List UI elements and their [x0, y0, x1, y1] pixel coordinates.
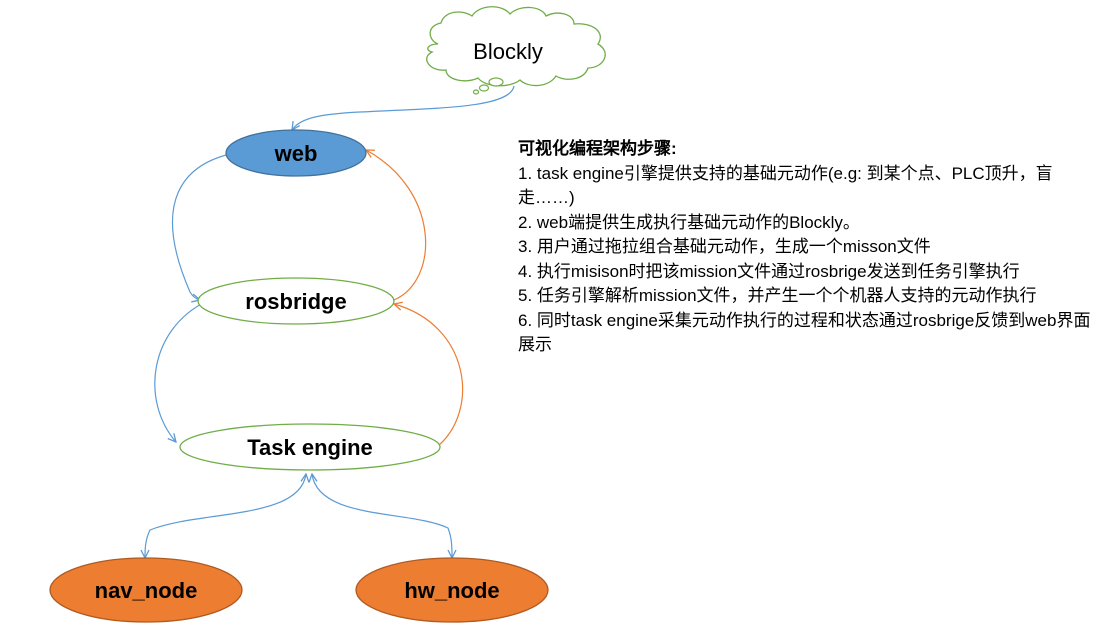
cloud-tail-medium [478, 84, 490, 92]
arrow-web-to-rosbridge [171, 153, 231, 300]
rosbridge-label: rosbridge [245, 289, 346, 314]
hw-node-label: hw_node [404, 578, 499, 603]
nav-node: nav_node [49, 557, 243, 623]
arrow-task-engine-hw-node [312, 474, 452, 558]
step-item-6: 6. 同时task engine采集元动作执行的过程和状态通过rosbrige反… [518, 310, 1091, 355]
cloud-tail-large [488, 77, 504, 87]
step-item-2: 2. web端提供生成执行基础元动作的Blockly。 [518, 212, 860, 232]
arrow-blockly-to-web [292, 85, 515, 130]
web-node: web [225, 129, 367, 177]
steps-list: 1. task engine引擎提供支持的基础元动作(e.g: 到某个点、PLC… [518, 162, 1098, 358]
task-engine-label: Task engine [247, 435, 373, 460]
step-item-3: 3. 用户通过拖拉组合基础元动作，生成一个misson文件 [518, 237, 931, 256]
nav-node-label: nav_node [95, 578, 198, 603]
arrow-task-engine-nav-node [145, 474, 306, 558]
step-item-4: 4. 执行misison时把该mission文件通过rosbrige发送到任务引… [518, 261, 1020, 281]
cloud-tail-small [472, 89, 480, 95]
rosbridge-node: rosbridge [197, 277, 395, 325]
hw-node: hw_node [355, 557, 549, 623]
web-label: web [274, 141, 318, 166]
blockly-label: Blockly [473, 39, 543, 64]
step-item-1: 1. task engine引擎提供支持的基础元动作(e.g: 到某个点、PLC… [518, 163, 1053, 208]
steps-text-block: 可视化编程架构步骤: 1. task engine引擎提供支持的基础元动作(e.… [518, 137, 1098, 358]
steps-title: 可视化编程架构步骤: [518, 139, 677, 158]
task-engine-node: Task engine [179, 423, 441, 471]
blockly-cloud-node: Blockly [426, 6, 606, 95]
arrow-rosbridge-to-web [366, 150, 427, 301]
arrow-rosbridge-to-task-engine [154, 301, 206, 442]
arrow-task-engine-to-rosbridge [394, 304, 464, 447]
step-item-5: 5. 任务引擎解析mission文件，并产生一个个机器人支持的元动作执行 [518, 286, 1037, 305]
